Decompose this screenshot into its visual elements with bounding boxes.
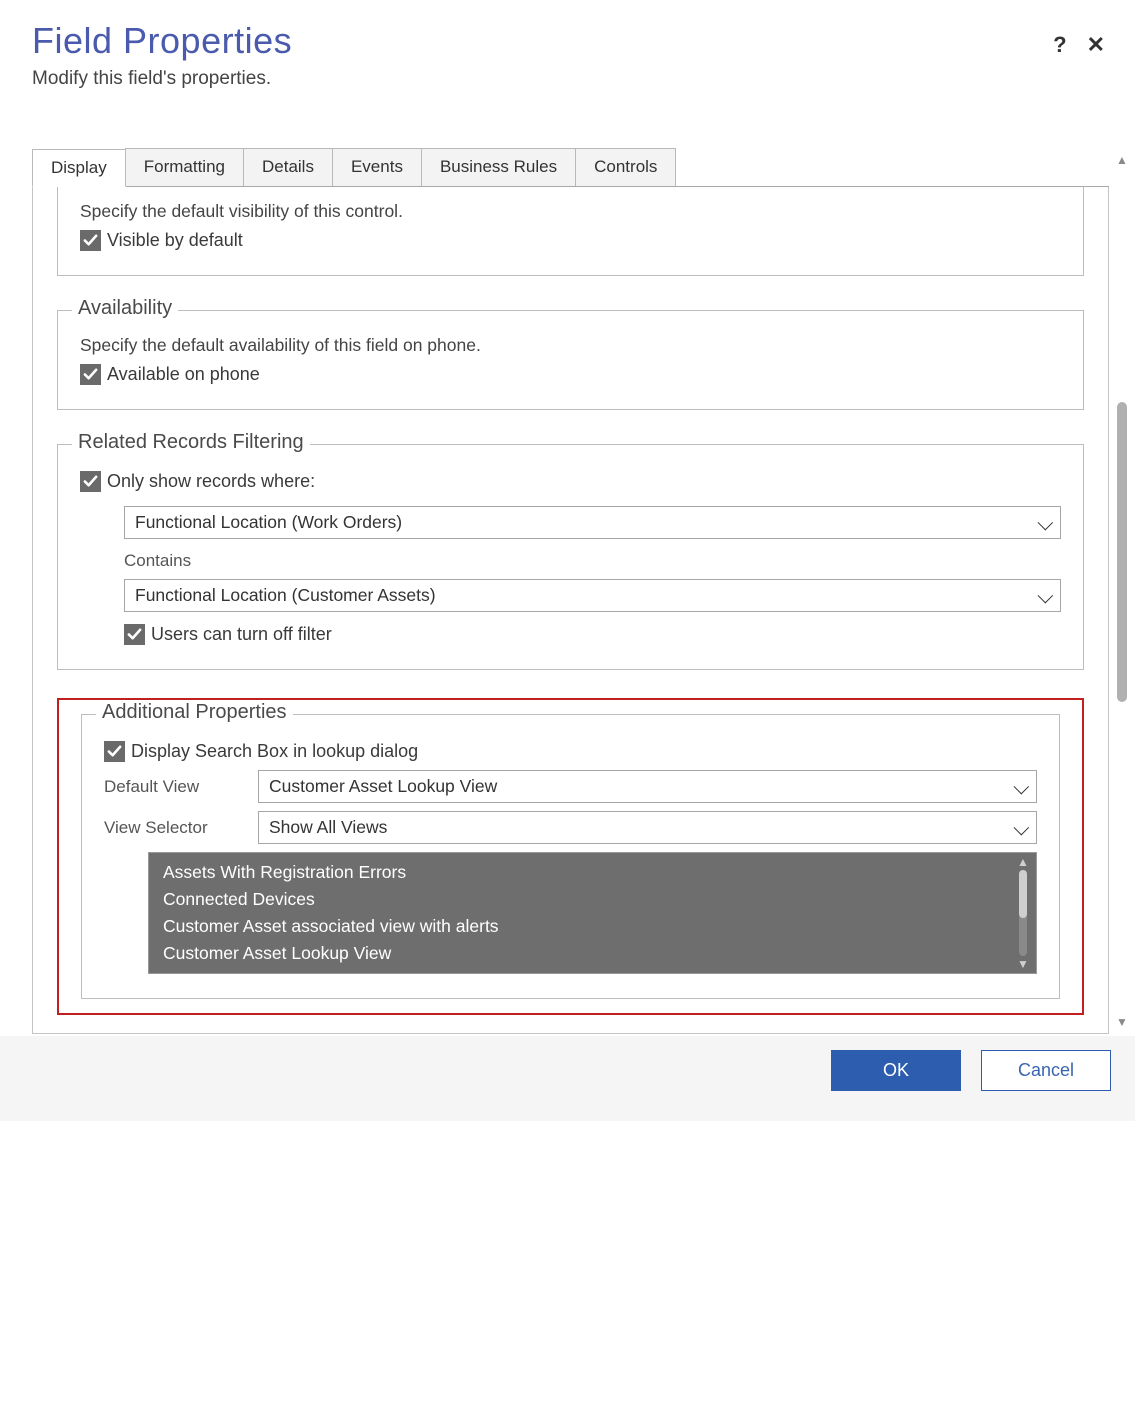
available-on-phone-label: Available on phone bbox=[107, 364, 260, 385]
visibility-section: Specify the default visibility of this c… bbox=[57, 187, 1084, 276]
check-icon bbox=[127, 627, 142, 642]
availability-title: Availability bbox=[72, 297, 178, 320]
list-item[interactable]: Customer Asset Lookup View bbox=[163, 940, 1008, 967]
tab-details[interactable]: Details bbox=[243, 148, 333, 186]
availability-section: Availability Specify the default availab… bbox=[57, 310, 1084, 410]
help-icon[interactable]: ? bbox=[1053, 34, 1066, 56]
view-selector-value: Show All Views bbox=[269, 817, 387, 837]
tab-display[interactable]: Display bbox=[32, 149, 126, 187]
availability-help: Specify the default availability of this… bbox=[80, 335, 1061, 356]
tab-events[interactable]: Events bbox=[332, 148, 422, 186]
visibility-help: Specify the default visibility of this c… bbox=[80, 201, 1061, 222]
users-turn-off-label: Users can turn off filter bbox=[151, 624, 332, 645]
check-icon bbox=[107, 744, 122, 759]
additional-properties-section: Additional Properties Display Search Box… bbox=[81, 714, 1060, 999]
list-item[interactable]: Connected Devices bbox=[163, 886, 1008, 913]
dialog-footer: OK Cancel bbox=[0, 1036, 1135, 1121]
tab-business-rules[interactable]: Business Rules bbox=[421, 148, 576, 186]
list-item[interactable]: Customer Asset associated view with aler… bbox=[163, 913, 1008, 940]
filter-source-value: Functional Location (Work Orders) bbox=[135, 512, 402, 532]
default-view-label: Default View bbox=[104, 777, 258, 797]
additional-properties-highlight: Additional Properties Display Search Box… bbox=[57, 698, 1084, 1015]
filter-target-select[interactable]: Functional Location (Customer Assets) bbox=[124, 579, 1061, 612]
filter-target-value: Functional Location (Customer Assets) bbox=[135, 585, 436, 605]
views-listbox[interactable]: Assets With Registration Errors Connecte… bbox=[148, 852, 1037, 974]
users-turn-off-checkbox[interactable] bbox=[124, 624, 145, 645]
scroll-thumb[interactable] bbox=[1117, 402, 1127, 702]
view-selector-select[interactable]: Show All Views bbox=[258, 811, 1037, 844]
ok-button[interactable]: OK bbox=[831, 1050, 961, 1091]
check-icon bbox=[83, 233, 98, 248]
list-item[interactable]: Assets With Registration Errors bbox=[163, 859, 1008, 886]
check-icon bbox=[83, 367, 98, 382]
filtering-title: Related Records Filtering bbox=[72, 431, 310, 454]
scroll-track[interactable] bbox=[1019, 870, 1027, 956]
close-icon[interactable]: ✕ bbox=[1087, 34, 1105, 56]
display-search-box-checkbox[interactable] bbox=[104, 741, 125, 762]
panel-scrollbar[interactable]: ▲ ▼ bbox=[1109, 148, 1135, 1034]
additional-title: Additional Properties bbox=[96, 701, 293, 724]
dialog-title: Field Properties bbox=[32, 20, 1053, 62]
available-on-phone-checkbox[interactable] bbox=[80, 364, 101, 385]
view-selector-label: View Selector bbox=[104, 818, 258, 838]
scroll-down-icon[interactable]: ▼ bbox=[1116, 1016, 1128, 1028]
filtering-section: Related Records Filtering Only show reco… bbox=[57, 444, 1084, 670]
cancel-button[interactable]: Cancel bbox=[981, 1050, 1111, 1091]
visible-by-default-checkbox[interactable] bbox=[80, 230, 101, 251]
only-show-records-checkbox[interactable] bbox=[80, 471, 101, 492]
dialog-subtitle: Modify this field's properties. bbox=[32, 68, 1053, 90]
visible-by-default-label: Visible by default bbox=[107, 230, 243, 251]
tab-controls[interactable]: Controls bbox=[575, 148, 676, 186]
default-view-select[interactable]: Customer Asset Lookup View bbox=[258, 770, 1037, 803]
listbox-scrollbar[interactable]: ▲ ▼ bbox=[1013, 856, 1033, 970]
filter-source-select[interactable]: Functional Location (Work Orders) bbox=[124, 506, 1061, 539]
tab-formatting[interactable]: Formatting bbox=[125, 148, 244, 186]
only-show-records-label: Only show records where: bbox=[107, 471, 315, 492]
check-icon bbox=[83, 474, 98, 489]
default-view-value: Customer Asset Lookup View bbox=[269, 776, 497, 796]
display-search-box-label: Display Search Box in lookup dialog bbox=[131, 741, 418, 762]
contains-label: Contains bbox=[124, 551, 1061, 571]
tab-bar: Display Formatting Details Events Busine… bbox=[32, 148, 1109, 187]
dialog-header: Field Properties Modify this field's pro… bbox=[0, 0, 1135, 100]
scroll-up-icon[interactable]: ▲ bbox=[1017, 856, 1029, 868]
scroll-thumb[interactable] bbox=[1019, 870, 1027, 918]
scroll-up-icon[interactable]: ▲ bbox=[1116, 154, 1128, 166]
scroll-track[interactable] bbox=[1117, 174, 1127, 1008]
scroll-down-icon[interactable]: ▼ bbox=[1017, 958, 1029, 970]
